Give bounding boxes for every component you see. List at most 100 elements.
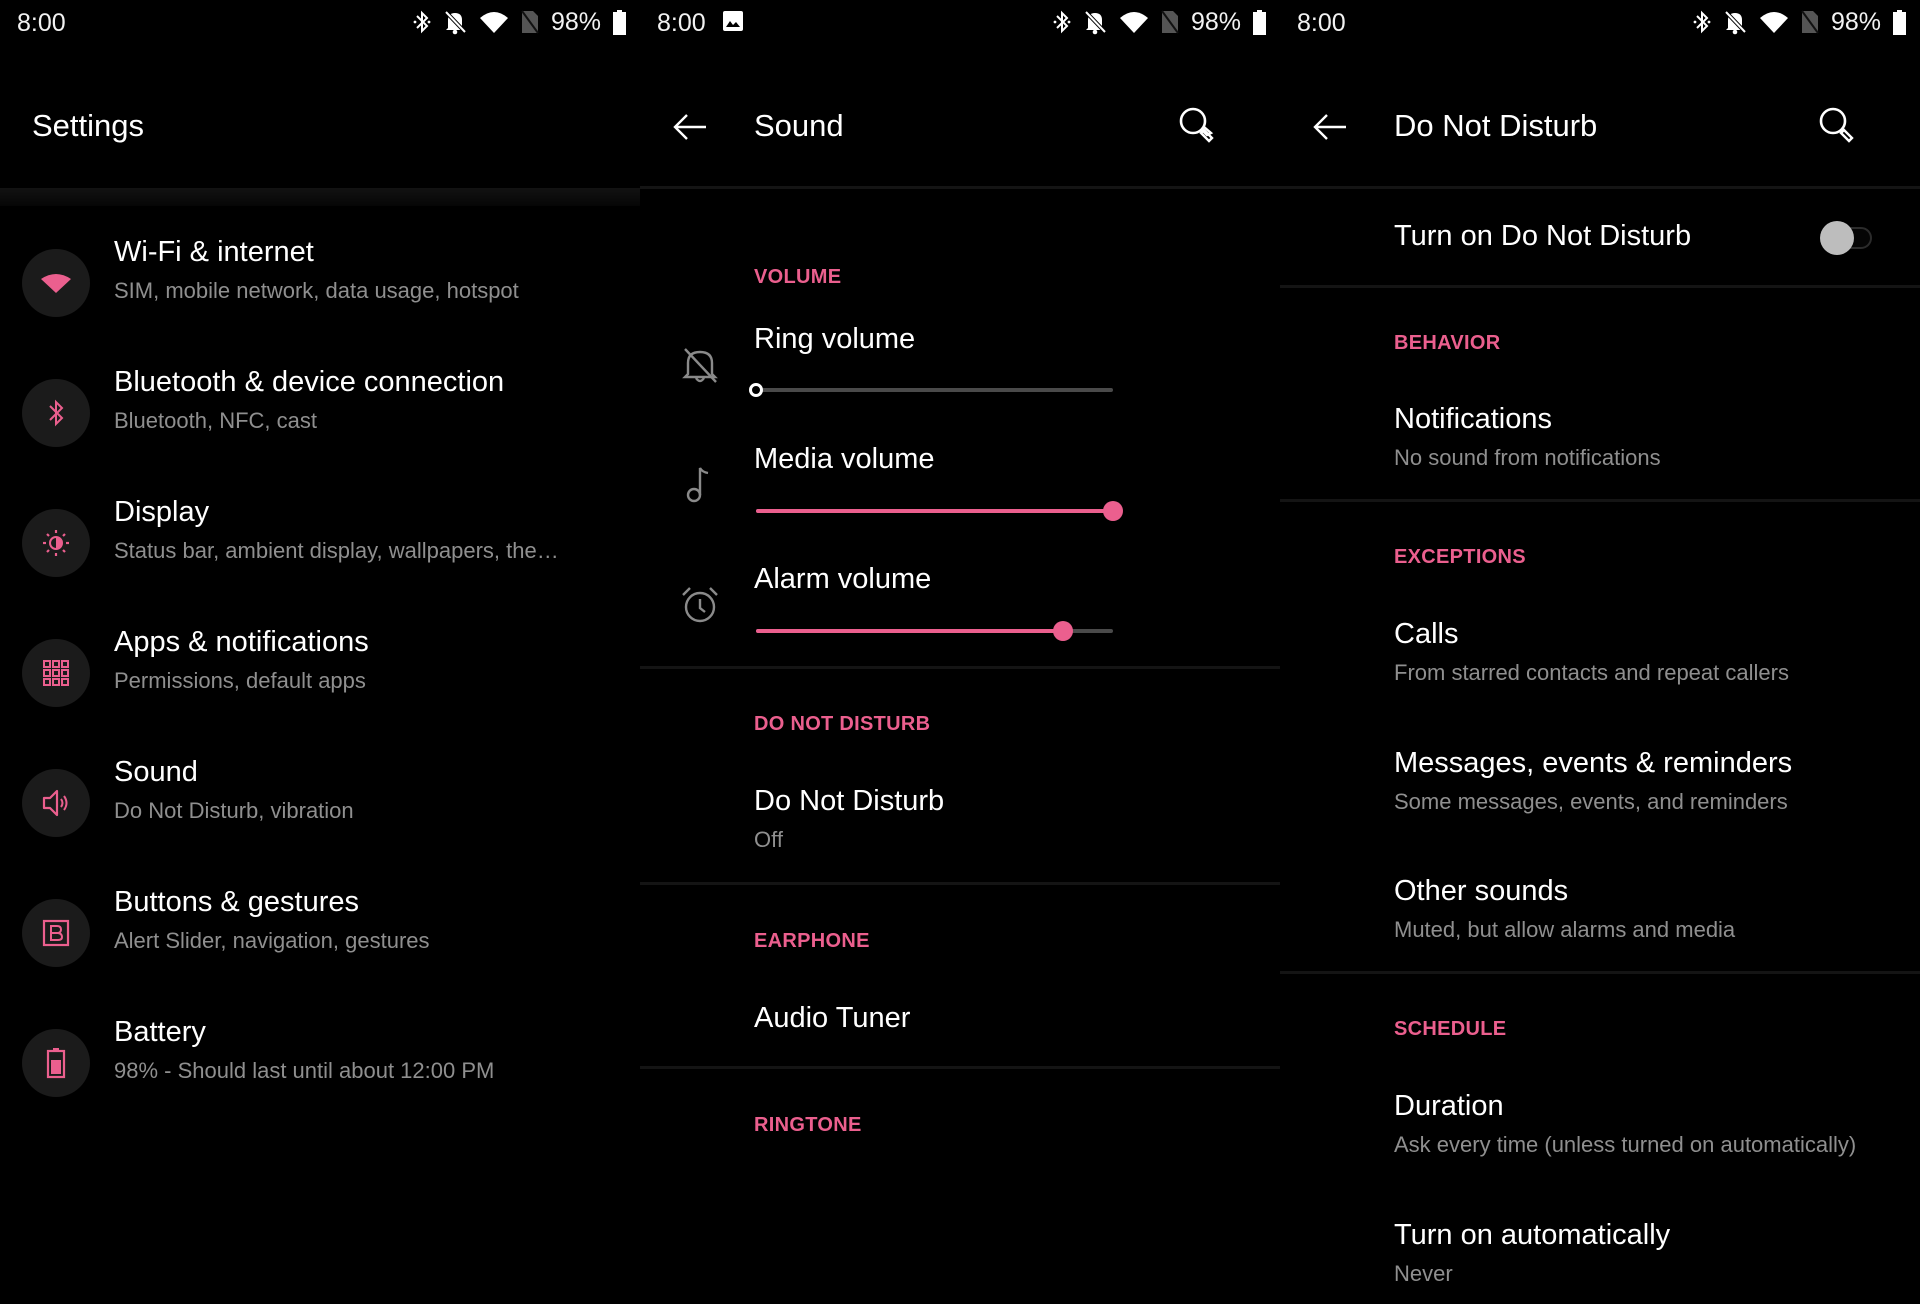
dnd-toggle-switch[interactable] — [1820, 220, 1878, 256]
wifi-icon — [1119, 12, 1148, 33]
status-icons: 98% — [1693, 8, 1906, 36]
notifications-item[interactable]: Notifications No sound from notification… — [1280, 385, 1920, 493]
icon-circle — [22, 249, 90, 317]
ring-volume-label: Ring volume — [754, 323, 916, 355]
settings-item-sound[interactable]: Sound Do Not Disturb, vibration — [0, 756, 640, 876]
settings-item-battery[interactable]: Battery 98% - Should last until about 12… — [0, 1016, 640, 1136]
alarm-volume-slider[interactable] — [756, 616, 1113, 646]
item-subtitle: Alert Slider, navigation, gestures — [114, 928, 430, 953]
toggle-label: Turn on Do Not Disturb — [1394, 220, 1692, 252]
slider-thumb[interactable] — [1103, 501, 1123, 521]
bell-off-icon — [1724, 10, 1747, 35]
alarm-clock-icon — [682, 587, 718, 623]
status-icons: 98% — [413, 8, 626, 36]
item-subtitle: Permissions, default apps — [114, 668, 366, 693]
item-title: Buttons & gestures — [114, 886, 360, 918]
section-divider — [640, 882, 1280, 885]
item-subtitle: SIM, mobile network, data usage, hotspot — [114, 278, 519, 303]
battery-icon — [1893, 9, 1906, 35]
item-subtitle: Muted, but allow alarms and media — [1394, 917, 1736, 942]
section-earphone: EARPHONE — [754, 930, 870, 952]
calls-item[interactable]: Calls From starred contacts and repeat c… — [1280, 600, 1920, 712]
section-divider — [640, 1066, 1280, 1069]
icon-circle — [22, 1029, 90, 1097]
item-subtitle: Some messages, events, and reminders — [1394, 789, 1788, 814]
page-title: Do Not Disturb — [1394, 108, 1598, 143]
header-shadow — [0, 188, 640, 206]
slider-track — [756, 388, 1113, 392]
ring-volume-slider[interactable] — [749, 375, 1113, 405]
music-note-icon — [686, 467, 709, 503]
battery-percent: 98% — [550, 7, 601, 36]
item-title: Messages, events & reminders — [1394, 747, 1793, 779]
settings-item-bluetooth[interactable]: Bluetooth & device connection Bluetooth,… — [0, 366, 640, 486]
icon-circle — [22, 379, 90, 447]
icon-circle — [22, 639, 90, 707]
back-button[interactable] — [670, 107, 710, 147]
item-subtitle: No sound from notifications — [1394, 445, 1661, 470]
status-time: 8:00 — [1297, 9, 1346, 37]
toggle-knob — [1820, 221, 1854, 255]
bell-off-icon — [682, 348, 718, 383]
icon-circle — [22, 899, 90, 967]
status-time: 8:00 — [657, 9, 706, 37]
item-title: Display — [114, 496, 210, 528]
item-subtitle: From starred contacts and repeat callers — [1394, 660, 1789, 685]
section-divider — [1280, 285, 1920, 288]
bluetooth-icon — [49, 399, 64, 427]
settings-item-buttons[interactable]: Buttons & gestures Alert Slider, navigat… — [0, 886, 640, 1006]
header-divider — [1280, 186, 1920, 189]
section-divider — [1280, 499, 1920, 502]
no-sim-icon — [1161, 10, 1179, 34]
back-button[interactable] — [1310, 107, 1350, 147]
speaker-icon — [42, 789, 68, 817]
battery-percent: 98% — [1190, 7, 1241, 36]
search-button[interactable] — [1816, 104, 1860, 148]
wifi-icon — [479, 12, 508, 33]
item-title: Sound — [114, 756, 198, 788]
do-not-disturb-item[interactable]: Do Not Disturb Off — [640, 768, 1280, 878]
slider-fill — [756, 509, 1113, 513]
audio-tuner-item[interactable]: Audio Tuner — [640, 980, 1280, 1060]
item-title: Battery — [114, 1016, 206, 1048]
other-sounds-item[interactable]: Other sounds Muted, but allow alarms and… — [1280, 857, 1920, 969]
messages-events-reminders-item[interactable]: Messages, events & reminders Some messag… — [1280, 729, 1920, 841]
settings-item-display[interactable]: Display Status bar, ambient display, wal… — [0, 496, 640, 616]
section-divider — [1280, 971, 1920, 974]
header-divider — [640, 186, 1280, 189]
item-title: Apps & notifications — [114, 626, 369, 658]
media-volume-slider[interactable] — [756, 496, 1123, 526]
brightness-icon — [43, 530, 69, 556]
button-b-icon — [42, 919, 70, 947]
turn-on-automatically-item[interactable]: Turn on automatically Never — [1280, 1201, 1920, 1304]
item-title: Wi-Fi & internet — [114, 236, 314, 268]
item-title: Notifications — [1394, 403, 1552, 435]
arrow-left-icon — [673, 114, 706, 140]
arrow-left-icon — [1313, 114, 1346, 140]
settings-item-wifi[interactable]: Wi-Fi & internet SIM, mobile network, da… — [0, 236, 640, 356]
status-time: 8:00 — [17, 9, 66, 37]
slider-thumb[interactable] — [749, 383, 763, 397]
status-icons: 98% — [1053, 8, 1266, 36]
item-title: Do Not Disturb — [754, 785, 945, 817]
page-title: Sound — [754, 108, 844, 143]
media-volume-label: Media volume — [754, 443, 935, 475]
bluetooth-icon — [1053, 10, 1071, 34]
search-icon — [1179, 107, 1214, 143]
battery-percent: 98% — [1830, 7, 1881, 36]
section-schedule: SCHEDULE — [1394, 1018, 1507, 1040]
search-button[interactable] — [1176, 104, 1220, 148]
section-divider — [640, 666, 1280, 669]
battery-icon — [613, 9, 626, 35]
battery-icon — [46, 1048, 66, 1079]
bell-off-icon — [444, 10, 467, 35]
item-subtitle: 98% - Should last until about 12:00 PM — [114, 1058, 495, 1083]
bell-off-icon — [1084, 10, 1107, 35]
duration-item[interactable]: Duration Ask every time (unless turned o… — [1280, 1072, 1920, 1184]
section-ringtone: RINGTONE — [754, 1114, 862, 1136]
settings-item-apps[interactable]: Apps & notifications Permissions, defaul… — [0, 626, 640, 746]
slider-thumb[interactable] — [1053, 621, 1074, 641]
item-subtitle: Never — [1394, 1261, 1453, 1286]
item-title: Audio Tuner — [754, 1002, 911, 1034]
alarm-volume-label: Alarm volume — [754, 563, 932, 595]
